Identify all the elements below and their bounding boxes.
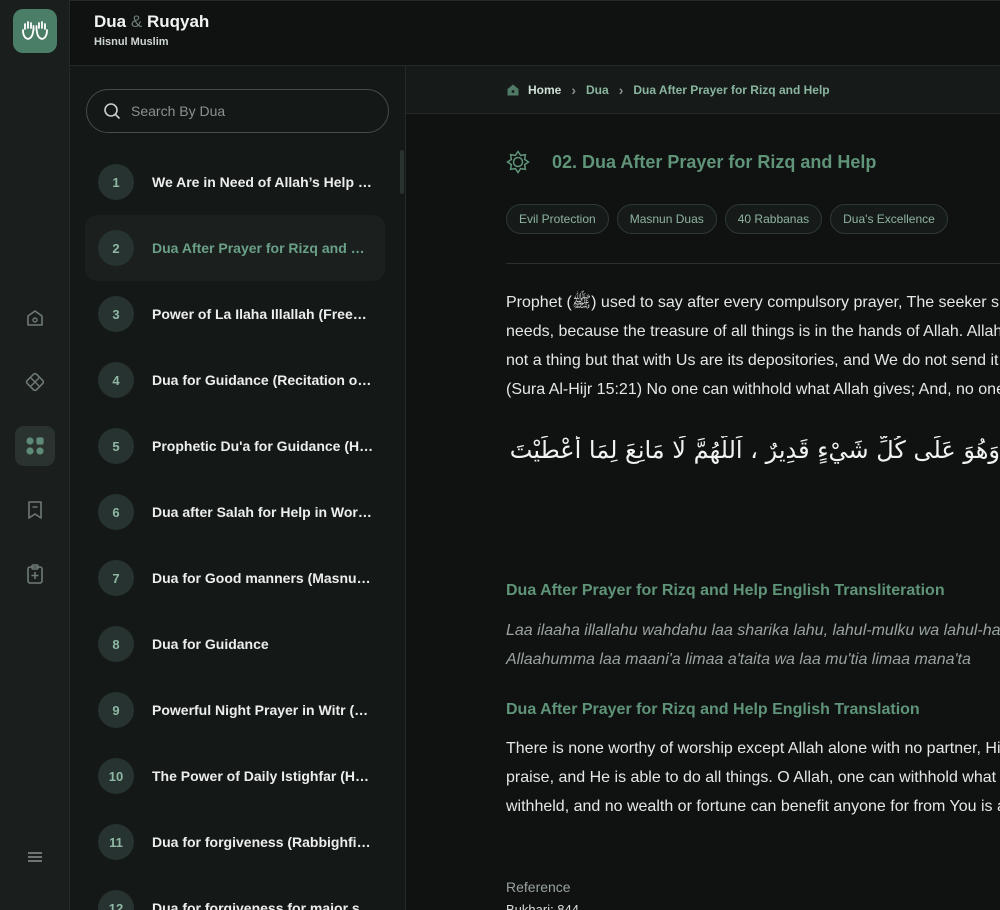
tag-chip[interactable]: 40 Rabbanas [724, 204, 823, 234]
translation-line: There is none worthy of worship except A… [506, 740, 1000, 757]
dua-list-item[interactable]: 4 Dua for Guidance (Recitation of Sura Al… [85, 347, 385, 413]
chevron-right-icon: › [618, 81, 624, 98]
dua-detail: 02. Dua After Prayer for Rizq and Help E… [406, 114, 1000, 910]
dua-list-item[interactable]: 12 Dua for forgiveness for major sins [85, 875, 385, 910]
reference-value: Bukhari: 844 [506, 902, 579, 910]
dua-number-badge: 3 [98, 296, 134, 332]
transliteration-line: Allaahumma laa maani'a limaa a'taita wa … [506, 651, 971, 668]
praying-hands-icon [22, 21, 48, 40]
dua-list-label: Power of La Ilaha Illallah (Freedom from… [152, 306, 374, 322]
dua-list-label: Powerful Night Prayer in Witr (Qunoot) [152, 702, 374, 718]
tag-chip[interactable]: Masnun Duas [616, 204, 717, 234]
dua-list-item[interactable]: 6 Dua after Salah for Help in Worship [85, 479, 385, 545]
app-subtitle: Hisnul Muslim [94, 36, 169, 48]
dua-title: 02. Dua After Prayer for Rizq and Help [506, 150, 876, 174]
dua-list-item[interactable]: 5 Prophetic Du'a for Guidance (Hidayah) [85, 413, 385, 479]
dua-number-badge: 4 [98, 362, 134, 398]
dua-list-item[interactable]: 10 The Power of Daily Istighfar (Hadith) [85, 743, 385, 809]
app-title-amp: & [130, 12, 143, 31]
translation-line: praise, and He is able to do all things.… [506, 769, 1000, 786]
icon-rail [0, 0, 70, 910]
transliteration-line: Laa ilaaha illallahu wahdahu laa sharika… [506, 622, 1000, 639]
sidebar-scrollbar[interactable] [400, 150, 404, 194]
app-logo[interactable] [13, 9, 57, 53]
bookmark-icon [28, 501, 42, 519]
dua-list-label: The Power of Daily Istighfar (Hadith) [152, 768, 374, 784]
paragraph-line: (Sura Al-Hijr 15:21) No one can withhold… [506, 381, 1000, 398]
dua-number-badge: 8 [98, 626, 134, 662]
reference-label: Reference [506, 879, 571, 895]
app-title-part2: Ruqyah [146, 12, 210, 31]
tag-list: Evil Protection Masnun Duas 40 Rabbanas Dua… [506, 204, 956, 234]
breadcrumb-home[interactable]: Home [528, 83, 561, 97]
breadcrumb-section[interactable]: Dua [586, 83, 609, 97]
diamond-icon [25, 372, 45, 392]
dua-number-badge: 2 [98, 230, 134, 266]
nav-menu[interactable] [15, 837, 55, 877]
menu-icon [28, 852, 42, 862]
breadcrumb: Home › Dua › Dua After Prayer for Rizq a… [406, 66, 1000, 114]
dua-list-label: Dua for Good manners (Masnun Duas) [152, 570, 374, 586]
search-icon [104, 103, 120, 119]
dua-list-label: Dua after Salah for Help in Worship [152, 504, 374, 520]
home-icon [27, 310, 43, 326]
translation-heading: Dua After Prayer for Rizq and Help Engli… [506, 701, 920, 718]
arabic-text: وَهُوَ عَلَى كُلِّ شَيْءٍ قَدِيرٌ ، اَلل… [506, 436, 1000, 464]
dua-number-badge: 6 [98, 494, 134, 530]
gear-ornament-icon [506, 150, 530, 174]
divider [506, 263, 1000, 264]
dua-number-badge: 1 [98, 164, 134, 200]
dua-list-label: Dua for forgiveness for major sins [152, 900, 374, 910]
dua-list-item[interactable]: 8 Dua for Guidance [85, 611, 385, 677]
dua-title-text: 02. Dua After Prayer for Rizq and Help [552, 151, 877, 172]
dua-list-label: Dua After Prayer for Rizq and Help [152, 240, 374, 256]
dua-number-badge: 11 [98, 824, 134, 860]
dua-number-badge: 10 [98, 758, 134, 794]
clipboard-plus-icon [27, 564, 43, 584]
dua-list-item[interactable]: 7 Dua for Good manners (Masnun Duas) [85, 545, 385, 611]
nav-bookmarks[interactable] [15, 490, 55, 530]
dua-list-item[interactable]: 11 Dua for forgiveness (Rabbighfirli) [85, 809, 385, 875]
dua-list-label: Prophetic Du'a for Guidance (Hidayah) [152, 438, 374, 454]
chevron-right-icon: › [571, 81, 577, 98]
dua-list-label: Dua for forgiveness (Rabbighfirli) [152, 834, 374, 850]
tag-chip[interactable]: Evil Protection [506, 204, 609, 234]
paragraph-line: not a thing but that with Us are its dep… [506, 352, 1000, 369]
nav-diamond[interactable] [15, 362, 55, 402]
dua-list-item[interactable]: 3 Power of La Ilaha Illallah (Freedom fro… [85, 281, 385, 347]
app-title-part1: Dua [94, 12, 127, 31]
search-box[interactable] [86, 89, 389, 133]
paragraph-line: Prophet (ﷺ) used to say after every comp… [506, 294, 1000, 311]
nav-home[interactable] [15, 298, 55, 338]
transliteration-heading: Dua After Prayer for Rizq and Help Engli… [506, 582, 945, 599]
dua-list-label: Dua for Guidance (Recitation of Sura Al-… [152, 372, 374, 388]
translation-text: There is none worthy of worship except A… [506, 734, 1000, 821]
dua-list-item[interactable]: 1 We Are in Need of Allah’s Help (Sura Fa… [85, 149, 385, 215]
search-input[interactable] [131, 103, 371, 119]
translation-line: withheld, and no wealth or fortune can b… [506, 798, 1000, 815]
app-title: Dua & Ruqyah [94, 12, 209, 32]
nav-categories[interactable] [15, 426, 55, 466]
dua-description: Prophet (ﷺ) used to say after every comp… [506, 288, 1000, 404]
nav-ruqyah[interactable] [15, 554, 55, 594]
dua-number-badge: 9 [98, 692, 134, 728]
top-bar: Dua & Ruqyah Hisnul Muslim [70, 0, 1000, 66]
home-icon[interactable] [506, 83, 520, 97]
categories-icon [26, 437, 44, 455]
dua-number-badge: 12 [98, 890, 134, 910]
dua-list-item[interactable]: 9 Powerful Night Prayer in Witr (Qunoot) [85, 677, 385, 743]
dua-number-badge: 7 [98, 560, 134, 596]
dua-list-label: Dua for Guidance [152, 636, 269, 652]
dua-list-label: We Are in Need of Allah’s Help (Sura Fat… [152, 174, 374, 190]
dua-list-item[interactable]: 2 Dua After Prayer for Rizq and Help [85, 215, 385, 281]
transliteration-text: Laa ilaaha illallahu wahdahu laa sharika… [506, 616, 1000, 674]
dua-number-badge: 5 [98, 428, 134, 464]
breadcrumb-current[interactable]: Dua After Prayer for Rizq and Help [633, 83, 829, 97]
tag-chip[interactable]: Dua's Excellence [830, 204, 948, 234]
dua-sidebar: 1 We Are in Need of Allah’s Help (Sura Fa… [70, 66, 406, 910]
paragraph-line: needs, because the treasure of all thing… [506, 323, 1000, 340]
